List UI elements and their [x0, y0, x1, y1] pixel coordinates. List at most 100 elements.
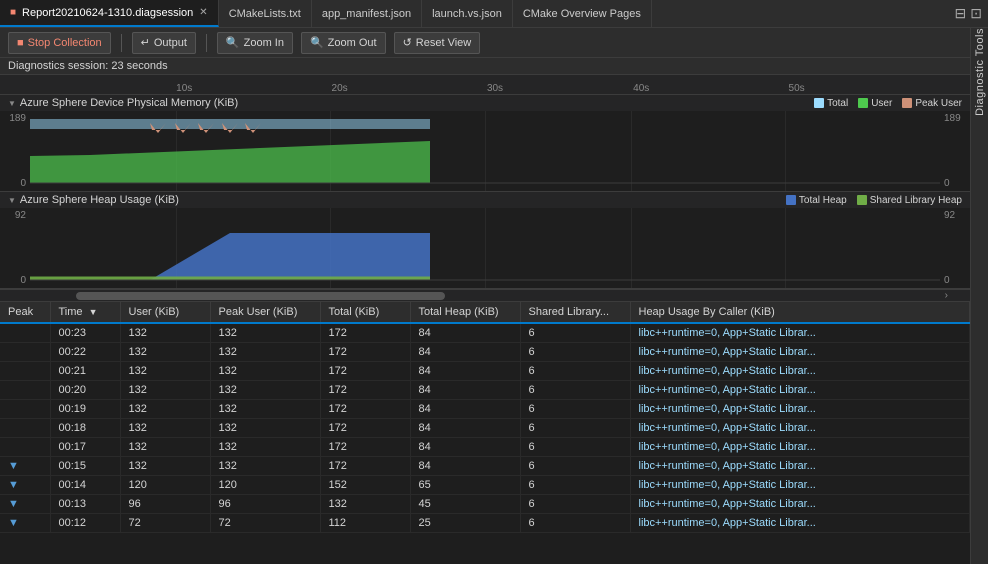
cell-user: 96	[120, 495, 210, 514]
table-row: ▼ 00:13 96 96 132 45 6 libc++runtime=0, …	[0, 495, 970, 514]
cell-user: 72	[120, 514, 210, 533]
scrollbar-track[interactable]: ›	[30, 290, 952, 301]
cell-peak-user: 132	[210, 381, 320, 400]
cell-total-heap: 45	[410, 495, 520, 514]
cell-total: 172	[320, 362, 410, 381]
timeline-ruler: 10s 20s 30s 40s 50s	[0, 75, 970, 95]
main-panel: ■ Stop Collection ↵ Output 🔍 Zoom In 🔍 Z…	[0, 28, 970, 564]
chart2-header: ▼ Azure Sphere Heap Usage (KiB) Total He…	[0, 192, 970, 208]
scroll-right-btn[interactable]: ›	[941, 290, 952, 301]
cell-user: 132	[120, 362, 210, 381]
cell-time: 00:15	[50, 457, 120, 476]
output-icon: ↵	[141, 36, 150, 49]
table-container[interactable]: Peak Time ▼ User (KiB) Peak User (KiB) T…	[0, 302, 970, 564]
chart1-title-text: Azure Sphere Device Physical Memory (KiB…	[20, 97, 238, 109]
legend-total: Total	[814, 98, 848, 109]
cell-heap-caller: libc++runtime=0, App+Static Librar...	[630, 476, 970, 495]
chart1-collapse-icon[interactable]: ▼	[8, 99, 16, 108]
col-peak[interactable]: Peak	[0, 302, 50, 323]
cell-shared: 6	[520, 381, 630, 400]
table-header-row: Peak Time ▼ User (KiB) Peak User (KiB) T…	[0, 302, 970, 323]
cell-peak-user: 132	[210, 438, 320, 457]
chart1-section: ▼ Azure Sphere Device Physical Memory (K…	[0, 95, 970, 192]
legend-peak-user: Peak User	[902, 98, 962, 109]
stop-collection-button[interactable]: ■ Stop Collection	[8, 32, 111, 54]
chart1-body: 189 0	[0, 111, 970, 191]
cell-total-heap: 84	[410, 400, 520, 419]
table-row: 00:22 132 132 172 84 6 libc++runtime=0, …	[0, 343, 970, 362]
chart2-title-text: Azure Sphere Heap Usage (KiB)	[20, 194, 179, 206]
col-total[interactable]: Total (KiB)	[320, 302, 410, 323]
status-label: Diagnostics session:	[8, 60, 108, 72]
legend-user-dot	[858, 98, 868, 108]
tab-list-icon[interactable]: ⊟	[955, 5, 967, 22]
zoom-out-icon: 🔍	[310, 36, 324, 49]
tab-layout-icon[interactable]: ⊡	[970, 5, 982, 22]
cell-shared: 6	[520, 343, 630, 362]
table-row: 00:18 132 132 172 84 6 libc++runtime=0, …	[0, 419, 970, 438]
ruler-mark-20s: 20s	[332, 83, 348, 94]
cell-time: 00:23	[50, 323, 120, 343]
zoom-in-icon: 🔍	[226, 36, 240, 49]
toolbar-separator-2	[206, 34, 207, 52]
legend-total-heap: Total Heap	[786, 195, 847, 206]
scrollbar-thumb[interactable]	[76, 292, 445, 300]
cell-user: 132	[120, 438, 210, 457]
cell-time: 00:18	[50, 419, 120, 438]
cell-shared: 6	[520, 495, 630, 514]
chart1-title: ▼ Azure Sphere Device Physical Memory (K…	[8, 97, 238, 109]
tab-manifest[interactable]: app_manifest.json	[312, 0, 422, 27]
reset-view-button[interactable]: ↺ Reset View	[394, 32, 481, 54]
tab-cmake[interactable]: CMakeLists.txt	[219, 0, 312, 27]
col-heap-caller[interactable]: Heap Usage By Caller (KiB)	[630, 302, 970, 323]
cell-peak: ▼	[0, 495, 50, 514]
ruler-mark-50s: 50s	[789, 83, 805, 94]
cell-heap-caller: libc++runtime=0, App+Static Librar...	[630, 362, 970, 381]
tab-diag[interactable]: ■ Report20210624-1310.diagsession ✕	[0, 0, 219, 27]
cell-shared: 6	[520, 438, 630, 457]
ruler-marks: 10s 20s 30s 40s 50s	[38, 75, 952, 94]
cell-time: 00:14	[50, 476, 120, 495]
chart2-y-axis: 92 0	[0, 208, 30, 288]
legend-total-dot	[814, 98, 824, 108]
table-row: 00:23 132 132 172 84 6 libc++runtime=0, …	[0, 323, 970, 343]
table-body: 00:23 132 132 172 84 6 libc++runtime=0, …	[0, 323, 970, 533]
cell-total-heap: 84	[410, 343, 520, 362]
toolbar-separator-1	[121, 34, 122, 52]
sidebar-label: Diagnostic Tools	[974, 28, 986, 124]
chart1-area[interactable]	[30, 111, 940, 191]
cell-peak-user: 72	[210, 514, 320, 533]
chart2-collapse-icon[interactable]: ▼	[8, 196, 16, 205]
cell-total-heap: 65	[410, 476, 520, 495]
chart2-title: ▼ Azure Sphere Heap Usage (KiB)	[8, 194, 179, 206]
tab-cmake-label: CMakeLists.txt	[229, 8, 301, 20]
cell-total: 172	[320, 438, 410, 457]
chart2-area[interactable]	[30, 208, 940, 288]
table-panel: Peak Time ▼ User (KiB) Peak User (KiB) T…	[0, 301, 970, 564]
content-row: ■ Stop Collection ↵ Output 🔍 Zoom In 🔍 Z…	[0, 28, 988, 564]
zoom-in-button[interactable]: 🔍 Zoom In	[217, 32, 293, 54]
col-total-heap[interactable]: Total Heap (KiB)	[410, 302, 520, 323]
cell-peak	[0, 343, 50, 362]
cell-shared: 6	[520, 362, 630, 381]
legend-shared-heap: Shared Library Heap	[857, 195, 962, 206]
cell-user: 132	[120, 323, 210, 343]
cell-total: 152	[320, 476, 410, 495]
tab-manifest-label: app_manifest.json	[322, 8, 411, 20]
cell-shared: 6	[520, 457, 630, 476]
cell-peak: ▼	[0, 476, 50, 495]
cell-peak-user: 132	[210, 419, 320, 438]
col-shared[interactable]: Shared Library...	[520, 302, 630, 323]
tab-overview[interactable]: CMake Overview Pages	[513, 0, 652, 27]
chart2-body: 92 0	[0, 208, 970, 288]
col-peak-user[interactable]: Peak User (KiB)	[210, 302, 320, 323]
output-button[interactable]: ↵ Output	[132, 32, 196, 54]
table-row: ▼ 00:12 72 72 112 25 6 libc++runtime=0, …	[0, 514, 970, 533]
col-time[interactable]: Time ▼	[50, 302, 120, 323]
col-user[interactable]: User (KiB)	[120, 302, 210, 323]
tab-launch[interactable]: launch.vs.json	[422, 0, 513, 27]
tab-diag-close[interactable]: ✕	[199, 7, 207, 18]
chart2-y-min: 0	[20, 275, 26, 286]
zoom-out-button[interactable]: 🔍 Zoom Out	[301, 32, 386, 54]
cell-shared: 6	[520, 400, 630, 419]
